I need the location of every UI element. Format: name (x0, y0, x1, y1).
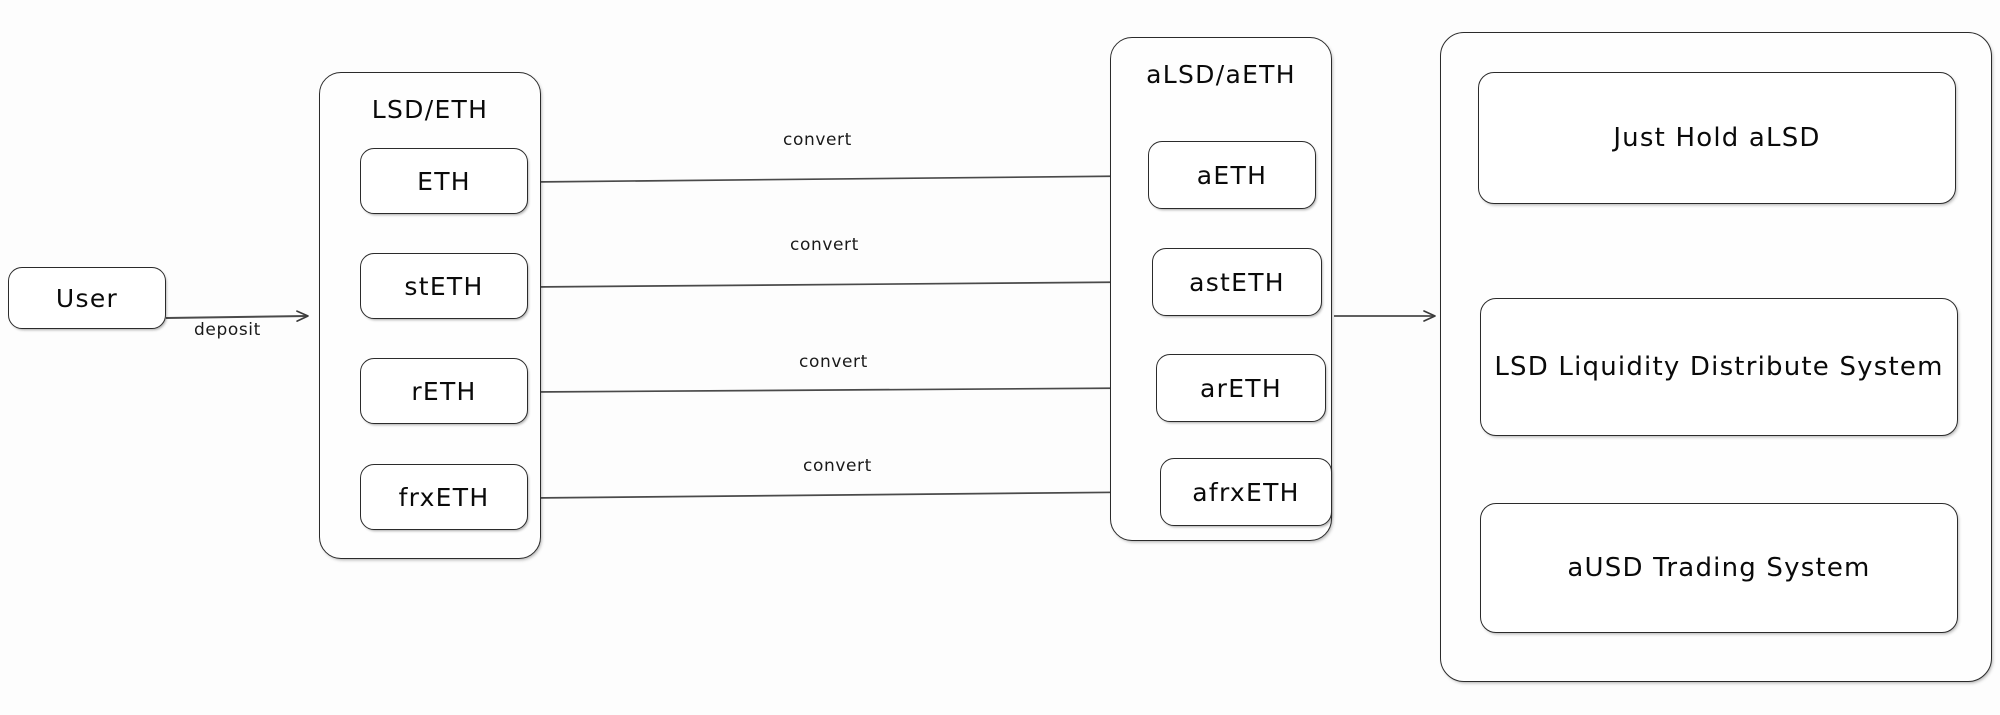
edge-label-convert-4: convert (803, 456, 872, 476)
node-afrxeth-label: afrxETH (1192, 477, 1300, 507)
node-asteth[interactable]: astETH (1152, 248, 1322, 316)
edge-label-convert-3: convert (799, 352, 868, 372)
panel-item-ausd-trading-system-label: aUSD Trading System (1567, 553, 1871, 583)
node-steth-label: stETH (404, 271, 484, 301)
node-frxeth-label: frxETH (398, 482, 490, 512)
node-user-label: User (55, 283, 119, 313)
group-alsd-aeth-title: aLSD/aETH (1146, 60, 1296, 89)
node-afrxeth[interactable]: afrxETH (1160, 458, 1332, 526)
edge-deposit (165, 310, 309, 322)
node-user[interactable]: User (8, 267, 166, 329)
node-steth[interactable]: stETH (360, 253, 528, 319)
panel-item-lsd-liquidity-distribute-system[interactable]: LSD Liquidity Distribute System (1480, 298, 1958, 436)
panel-item-lsd-liquidity-distribute-system-label: LSD Liquidity Distribute System (1494, 352, 1944, 382)
node-areth-label: arETH (1200, 373, 1282, 403)
edge-label-convert-1: convert (783, 130, 852, 150)
panel-item-ausd-trading-system[interactable]: aUSD Trading System (1480, 503, 1958, 633)
node-aeth[interactable]: aETH (1148, 141, 1316, 209)
group-lsd-eth-title: LSD/ETH (371, 95, 489, 124)
node-eth-label: ETH (417, 166, 471, 196)
edge-label-deposit: deposit (194, 320, 261, 340)
edge-convert-frxeth (530, 486, 1150, 499)
node-asteth-label: astETH (1189, 267, 1285, 297)
edge-convert-steth (530, 276, 1141, 288)
node-aeth-label: aETH (1196, 160, 1268, 190)
edge-convert-reth (530, 382, 1146, 394)
node-frxeth[interactable]: frxETH (360, 464, 528, 530)
node-eth[interactable]: ETH (360, 148, 528, 214)
panel-item-just-hold-alsd-label: Just Hold aLSD (1613, 123, 1821, 153)
edge-convert-eth (530, 170, 1137, 183)
node-areth[interactable]: arETH (1156, 354, 1326, 422)
node-reth-label: rETH (411, 376, 477, 406)
edge-label-convert-2: convert (790, 235, 859, 255)
diagram-canvas: User LSD/ETH ETH stETH rETH frxETH aLSD/… (0, 0, 2000, 715)
panel-item-just-hold-alsd[interactable]: Just Hold aLSD (1478, 72, 1956, 204)
node-reth[interactable]: rETH (360, 358, 528, 424)
